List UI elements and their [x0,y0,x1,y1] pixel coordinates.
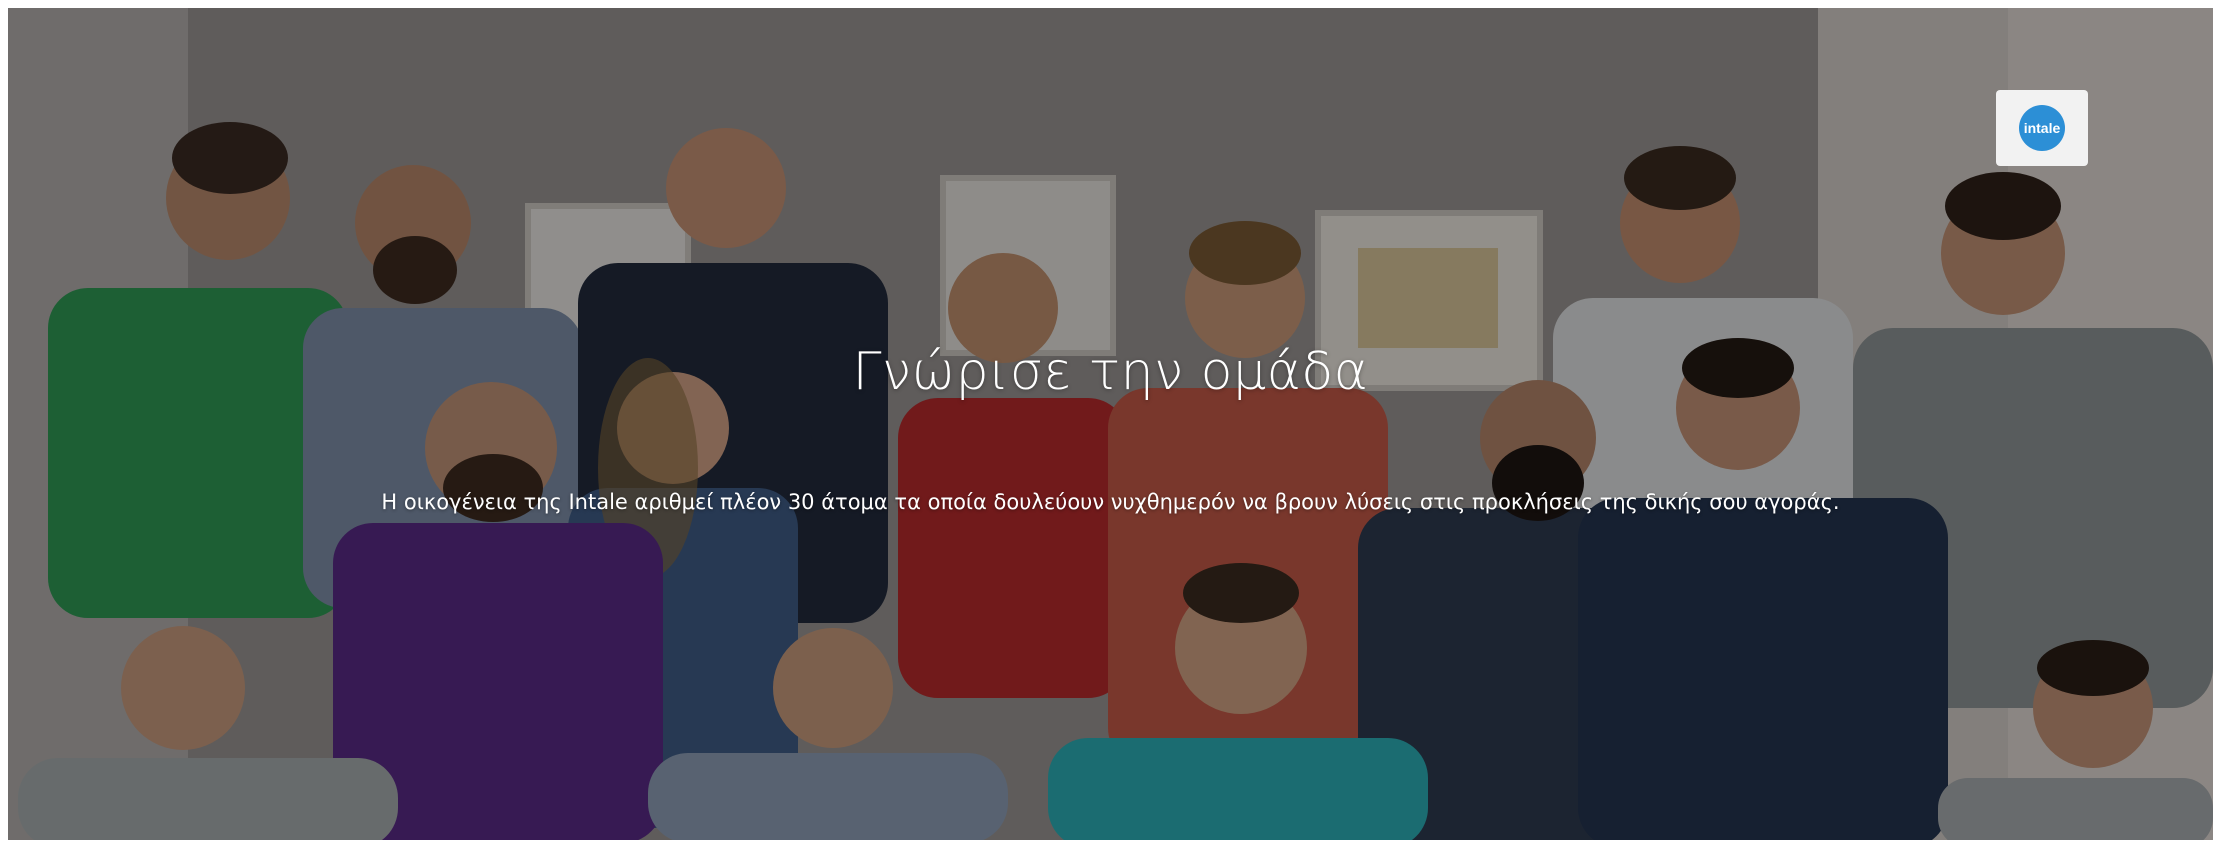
intale-logo: intale [1996,90,2088,166]
team-hero: intale Γνώρισε την ομάδα Η οικογένεια τη… [8,8,2213,840]
hero-title: Γνώρισε την ομάδα [852,342,1369,402]
logo-text: intale [2023,120,2061,136]
hero-subtitle: Η οικογένεια της Intale αριθμεί πλέον 30… [381,490,1840,514]
dark-overlay [8,8,2213,840]
